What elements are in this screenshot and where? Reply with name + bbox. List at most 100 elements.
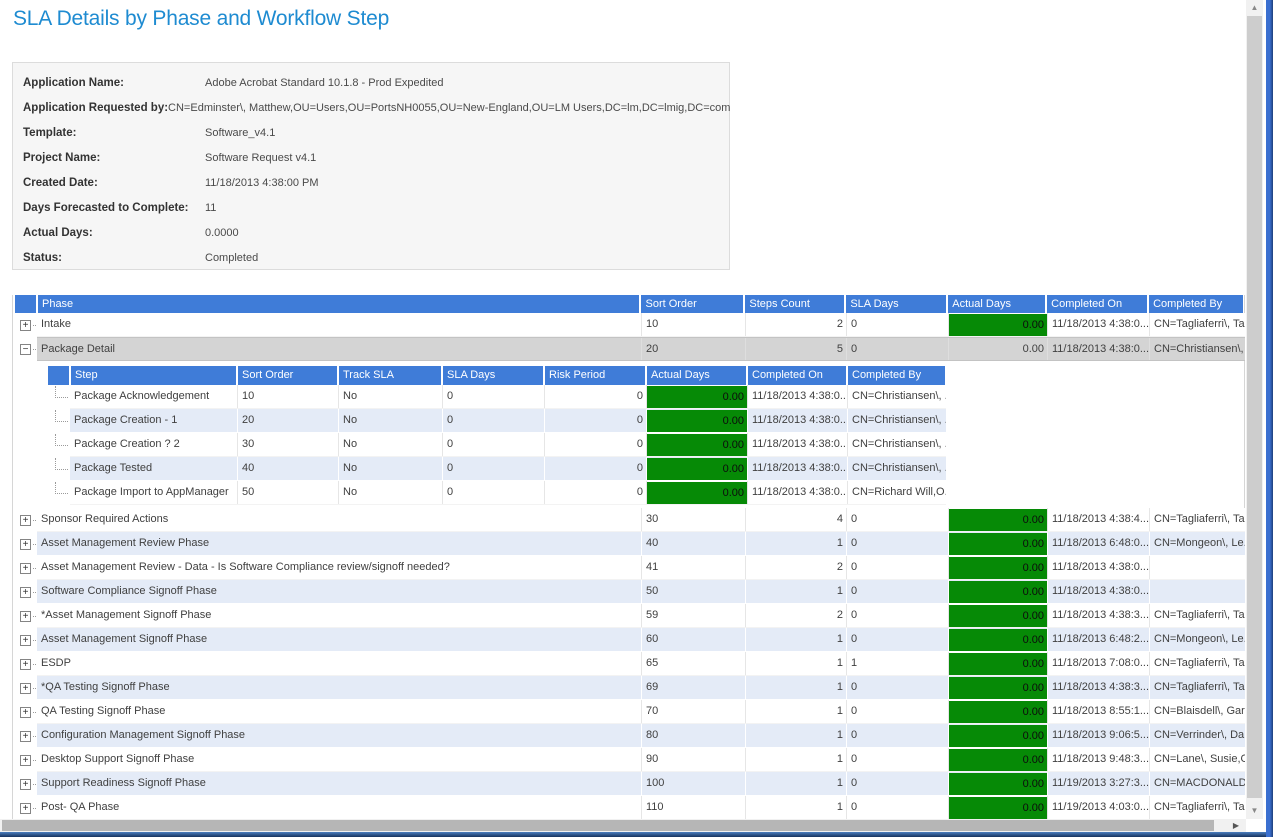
completed-on-cell: 11/19/2013 4:03:0... <box>1047 796 1149 819</box>
actual-days-cell: 0.00 <box>948 338 1047 360</box>
sla-days-cell: 0 <box>846 748 948 771</box>
phase-tree-cell: + <box>13 556 37 580</box>
phase-cell: Asset Management Review - Data - Is Soft… <box>37 556 641 579</box>
phase-row: +ESDP65110.0011/18/2013 7:08:0...CN=Tagl… <box>13 652 1244 676</box>
collapse-icon[interactable]: − <box>20 344 31 355</box>
phase-tree-cell: + <box>13 604 37 628</box>
actual-days-value: 0.00 <box>949 557 1047 579</box>
scroll-right-icon[interactable]: ▶ <box>1229 819 1243 832</box>
actual-days-cell: 0.00 <box>646 409 747 432</box>
step-cell: Package Creation ? 2 <box>70 433 237 456</box>
phase-tree-cell: + <box>13 748 37 772</box>
actual-days-cell: 0.00 <box>948 748 1047 771</box>
completed-by-cell: CN=Christiansen\, ... <box>847 385 946 408</box>
expand-icon[interactable]: + <box>20 755 31 766</box>
expand-icon[interactable]: + <box>20 803 31 814</box>
expand-icon[interactable]: + <box>20 320 31 331</box>
sort-order-cell: 69 <box>641 676 745 699</box>
sla-days-cell: 0 <box>846 628 948 651</box>
phase-row: +Support Readiness Signoff Phase100100.0… <box>13 772 1244 796</box>
completed-by-cell: CN=Mongeon\, Le... <box>1149 628 1245 651</box>
actual-days-cell: 0.00 <box>646 433 747 456</box>
sla-days-cell: 0 <box>846 724 948 747</box>
expand-icon[interactable]: + <box>20 587 31 598</box>
completed-on-cell: 11/18/2013 6:48:2... <box>1047 628 1149 651</box>
risk-period-cell: 0 <box>544 457 646 480</box>
sla-days-cell: 0 <box>846 338 948 360</box>
info-field-label: Actual Days: <box>23 227 205 239</box>
expand-icon[interactable]: + <box>20 539 31 550</box>
phase-table: PhaseSort OrderSteps CountSLA DaysActual… <box>12 295 1245 820</box>
horizontal-scrollbar[interactable]: ▶ <box>0 819 1246 832</box>
actual-days-cell: 0.00 <box>948 556 1047 579</box>
step-row-cells: Package Creation ? 230No000.0011/18/2013… <box>70 433 946 457</box>
expand-icon[interactable]: + <box>20 563 31 574</box>
steps-count-cell: 1 <box>745 532 846 555</box>
sla-days-cell: 0 <box>442 433 544 456</box>
steps-count-cell: 2 <box>745 604 846 627</box>
vertical-scrollbar-thumb[interactable] <box>1247 16 1262 798</box>
column-header-sla-days: SLA Days <box>845 295 947 313</box>
phase-cell: Package Detail <box>37 338 641 360</box>
info-row: Application Name:Adobe Acrobat Standard … <box>13 70 729 95</box>
sla-days-cell: 0 <box>846 604 948 627</box>
phase-tree-cell: + <box>13 676 37 700</box>
steps-count-cell: 2 <box>745 556 846 579</box>
phase-row-cells: Package Detail20500.0011/18/2013 4:38:0.… <box>37 337 1245 361</box>
phase-row-cells: Post- QA Phase110100.0011/19/2013 4:03:0… <box>37 796 1245 820</box>
sla-days-cell: 0 <box>846 676 948 699</box>
risk-period-cell: 0 <box>544 481 646 504</box>
info-row: Project Name:Software Request v4.1 <box>13 145 729 170</box>
steps-count-cell: 2 <box>745 313 846 336</box>
expand-icon[interactable]: + <box>20 515 31 526</box>
horizontal-scrollbar-thumb[interactable] <box>2 820 1214 831</box>
expand-icon[interactable]: + <box>20 731 31 742</box>
step-row-cells: Package Import to AppManager50No000.0011… <box>70 481 946 505</box>
phase-row-cells: Configuration Management Signoff Phase80… <box>37 724 1245 748</box>
track-sla-cell: No <box>338 385 442 408</box>
completed-by-cell: CN=Tagliaferri\, Ta.. <box>1149 652 1245 675</box>
phase-tree-cell: − <box>13 337 37 361</box>
sort-order-cell: 30 <box>641 508 745 531</box>
actual-days-value: 0.00 <box>949 701 1047 723</box>
actual-days-cell: 0.00 <box>646 481 747 504</box>
sort-order-cell: 59 <box>641 604 745 627</box>
phase-cell: Asset Management Review Phase <box>37 532 641 555</box>
expand-icon[interactable]: + <box>20 635 31 646</box>
completed-on-cell: 11/18/2013 4:38:4... <box>1047 508 1149 531</box>
phase-row: + Post- QA Phase110100.0011/19/2013 4:03:… <box>13 796 1244 820</box>
expand-icon[interactable]: + <box>20 707 31 718</box>
phase-tree-cell: + <box>13 796 37 820</box>
expand-icon[interactable]: + <box>20 611 31 622</box>
step-cell: Package Tested <box>70 457 237 480</box>
phase-tree-cell: + <box>13 313 37 337</box>
phase-row: +*Asset Management Signoff Phase59200.00… <box>13 604 1244 628</box>
sla-days-cell: 1 <box>846 652 948 675</box>
expand-icon[interactable]: + <box>20 779 31 790</box>
scroll-down-icon[interactable]: ▼ <box>1246 804 1263 818</box>
column-header-track-sla: Track SLA <box>338 366 442 385</box>
step-header-row: StepSort OrderTrack SLASLA DaysRisk Peri… <box>46 366 1244 385</box>
phase-cell: Asset Management Signoff Phase <box>37 628 641 651</box>
completed-on-cell: 11/18/2013 4:38:0... <box>1047 313 1149 336</box>
column-header-risk-period: Risk Period <box>544 366 646 385</box>
phase-cell: ESDP <box>37 652 641 675</box>
vertical-scrollbar[interactable]: ▲ ▼ <box>1246 0 1263 819</box>
completed-by-cell: CN=Richard Will,O... <box>847 481 946 504</box>
tree-branch-icon <box>55 386 68 398</box>
phase-tree-cell: + <box>13 652 37 676</box>
completed-on-cell: 11/18/2013 7:08:0... <box>1047 652 1149 675</box>
scroll-up-icon[interactable]: ▲ <box>1246 1 1263 15</box>
expand-icon[interactable]: + <box>20 683 31 694</box>
sla-days-cell: 0 <box>442 457 544 480</box>
sla-days-cell: 0 <box>846 796 948 819</box>
completed-by-cell: CN=Mongeon\, Le... <box>1149 532 1245 555</box>
info-field-label: Application Requested by: <box>23 102 168 114</box>
column-header-actual-days: Actual Days <box>646 366 747 385</box>
sort-order-cell: 80 <box>641 724 745 747</box>
column-header-steps-count: Steps Count <box>744 295 845 313</box>
sort-order-cell: 50 <box>237 481 338 504</box>
step-row: Package Tested40No000.0011/18/2013 4:38:… <box>46 457 1244 481</box>
completed-on-cell: 11/18/2013 4:38:3... <box>1047 676 1149 699</box>
expand-icon[interactable]: + <box>20 659 31 670</box>
